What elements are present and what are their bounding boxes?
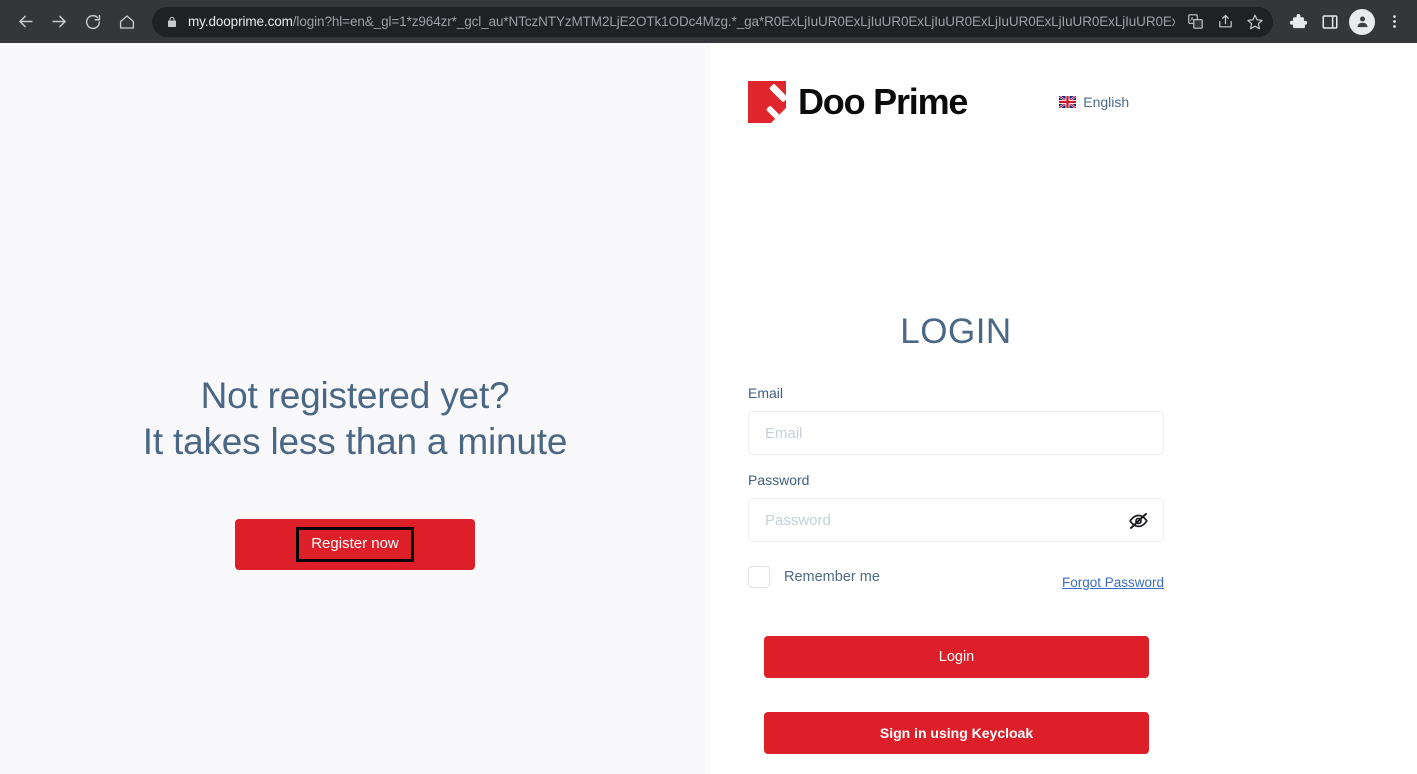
register-now-label: Register now bbox=[311, 535, 399, 552]
page-content: Not registered yet? It takes less than a… bbox=[0, 43, 1417, 774]
remember-me-label: Remember me bbox=[784, 568, 880, 585]
promo-headline: Not registered yet? It takes less than a… bbox=[142, 373, 568, 465]
forward-arrow-icon bbox=[50, 12, 69, 31]
brand-logo-group: Doo Prime bbox=[748, 81, 968, 123]
form-options-row: Remember me Forgot Password bbox=[748, 566, 1164, 591]
uk-flag-icon bbox=[1059, 96, 1077, 108]
share-icon[interactable] bbox=[1211, 8, 1239, 36]
remember-me-group[interactable]: Remember me bbox=[748, 566, 880, 588]
back-arrow-icon bbox=[16, 12, 35, 31]
language-switcher[interactable]: English bbox=[1059, 94, 1129, 110]
login-button[interactable]: Login bbox=[764, 636, 1149, 678]
lock-icon bbox=[166, 15, 178, 29]
email-label: Email bbox=[748, 385, 784, 401]
home-button[interactable] bbox=[110, 5, 144, 39]
side-panel-icon[interactable] bbox=[1315, 7, 1345, 37]
url-path: /login?hl=en&_gl=1*z964zr*_gcl_au*NTczNT… bbox=[292, 13, 1214, 29]
profile-avatar-icon[interactable] bbox=[1347, 7, 1377, 37]
language-label: English bbox=[1083, 94, 1130, 110]
puzzle-icon[interactable] bbox=[1283, 7, 1313, 37]
three-dot-menu-icon[interactable] bbox=[1379, 7, 1409, 37]
logo-notch bbox=[771, 108, 786, 123]
login-title: LOGIN bbox=[900, 312, 1012, 351]
password-label: Password bbox=[748, 472, 810, 488]
password-field-block: Password bbox=[748, 472, 1164, 542]
url-text: my.dooprime.com/login?hl=en&_gl=1*z964zr… bbox=[188, 7, 1213, 37]
address-bar[interactable]: my.dooprime.com/login?hl=en&_gl=1*z964zr… bbox=[152, 6, 1273, 37]
url-host: my.dooprime.com bbox=[188, 13, 293, 29]
browser-toolbar-actions bbox=[1283, 7, 1409, 37]
omnibox-actions: A bbox=[1175, 6, 1269, 37]
doo-prime-logo-icon bbox=[748, 81, 786, 123]
promo-headline-line2: It takes less than a minute bbox=[142, 421, 568, 462]
remember-me-checkbox[interactable] bbox=[748, 566, 770, 588]
forgot-password-link[interactable]: Forgot Password bbox=[1062, 575, 1164, 591]
password-input[interactable] bbox=[748, 498, 1164, 542]
avatar bbox=[1349, 8, 1375, 35]
reload-button[interactable] bbox=[76, 5, 110, 39]
keycloak-button-label: Sign in using Keycloak bbox=[879, 725, 1034, 741]
reload-icon bbox=[84, 13, 102, 31]
svg-text:A: A bbox=[1190, 17, 1194, 23]
brand-header: Doo Prime English bbox=[748, 81, 1381, 123]
email-field-block: Email bbox=[748, 385, 1164, 455]
promo-headline-line1: Not registered yet? bbox=[200, 375, 510, 416]
login-form: LOGIN Email Password bbox=[748, 311, 1164, 754]
register-now-button[interactable]: Register now bbox=[235, 519, 475, 570]
translate-icon[interactable]: A bbox=[1181, 8, 1209, 36]
login-panel: Doo Prime English LOGIN Email Email Pass… bbox=[710, 43, 1417, 774]
keycloak-signin-button[interactable]: Sign in using Keycloak bbox=[764, 712, 1149, 754]
password-input-wrapper bbox=[748, 498, 1164, 542]
login-button-label: Login bbox=[938, 649, 975, 665]
home-icon bbox=[118, 13, 136, 31]
eye-off-icon[interactable] bbox=[1126, 508, 1150, 532]
registration-promo-panel: Not registered yet? It takes less than a… bbox=[0, 43, 710, 774]
brand-name: Doo Prime bbox=[798, 81, 968, 122]
star-icon[interactable] bbox=[1241, 8, 1269, 36]
register-focus-highlight: Register now bbox=[296, 527, 414, 562]
forward-button[interactable] bbox=[42, 5, 76, 39]
back-button[interactable] bbox=[8, 5, 42, 39]
email-input[interactable] bbox=[748, 411, 1164, 455]
browser-toolbar: my.dooprime.com/login?hl=en&_gl=1*z964zr… bbox=[0, 0, 1417, 43]
